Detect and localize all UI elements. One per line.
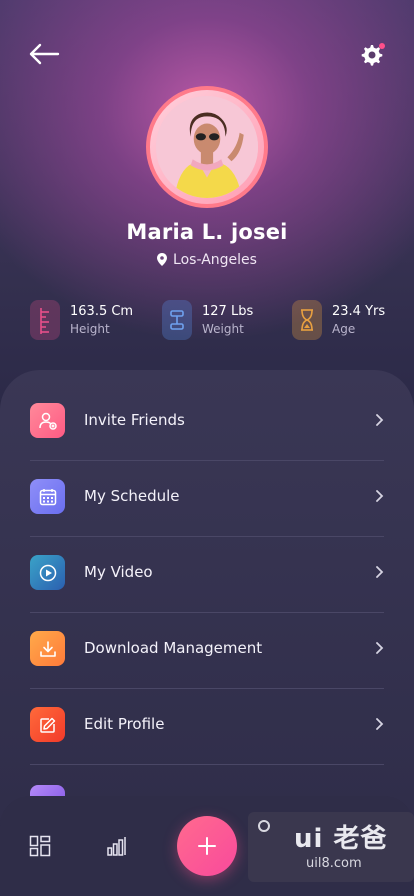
watermark-url: uil8.com <box>306 856 362 871</box>
menu-label: My Video <box>84 563 153 581</box>
location-pin-icon <box>157 253 168 266</box>
menu-item-my-video[interactable]: My Video <box>30 537 384 613</box>
age-label: Age <box>332 322 356 336</box>
chevron-right-icon <box>376 718 384 730</box>
menu-label: Edit Profile <box>84 715 165 733</box>
menu-item-invite-friends[interactable]: Invite Friends <box>30 385 384 461</box>
watermark: ui 老爸 uil8.com <box>248 812 414 882</box>
calendar-icon <box>30 479 65 514</box>
weight-value: 127 Lbs <box>202 304 254 319</box>
menu-item-download-management[interactable]: Download Management <box>30 613 384 689</box>
menu-item-edit-profile[interactable]: Edit Profile <box>30 689 384 765</box>
back-arrow-icon[interactable] <box>28 42 60 66</box>
avatar[interactable] <box>146 86 268 208</box>
plus-icon <box>198 837 216 855</box>
dashboard-icon[interactable] <box>29 835 51 857</box>
profile-name: Maria L. josei <box>126 220 288 244</box>
watermark-circle-icon <box>258 820 270 832</box>
hourglass-icon <box>292 300 322 340</box>
chevron-right-icon <box>376 642 384 654</box>
age-value: 23.4 Yrs <box>332 304 386 319</box>
stats-chart-icon[interactable] <box>106 835 128 857</box>
chevron-right-icon <box>376 490 384 502</box>
location-text: Los-Angeles <box>173 252 257 268</box>
menu-label: Download Management <box>84 639 263 657</box>
ruler-icon <box>30 300 60 340</box>
chevron-right-icon <box>376 414 384 426</box>
add-user-icon <box>30 403 65 438</box>
avatar-photo <box>156 96 258 198</box>
edit-icon <box>30 707 65 742</box>
menu-label: My Schedule <box>84 487 180 505</box>
chevron-right-icon <box>376 566 384 578</box>
add-button[interactable] <box>177 816 237 876</box>
profile-location: Los-Angeles <box>0 252 414 268</box>
menu-label: Invite Friends <box>84 411 185 429</box>
divider <box>30 764 384 765</box>
height-label: Height <box>70 322 110 336</box>
height-value: 163.5 Cm <box>70 304 134 319</box>
download-icon <box>30 631 65 666</box>
dumbbell-icon <box>162 300 192 340</box>
play-icon <box>30 555 65 590</box>
menu-item-my-schedule[interactable]: My Schedule <box>30 461 384 537</box>
watermark-brand: ui 老爸 <box>294 824 388 854</box>
notification-dot <box>379 43 385 49</box>
weight-label: Weight <box>202 322 244 336</box>
